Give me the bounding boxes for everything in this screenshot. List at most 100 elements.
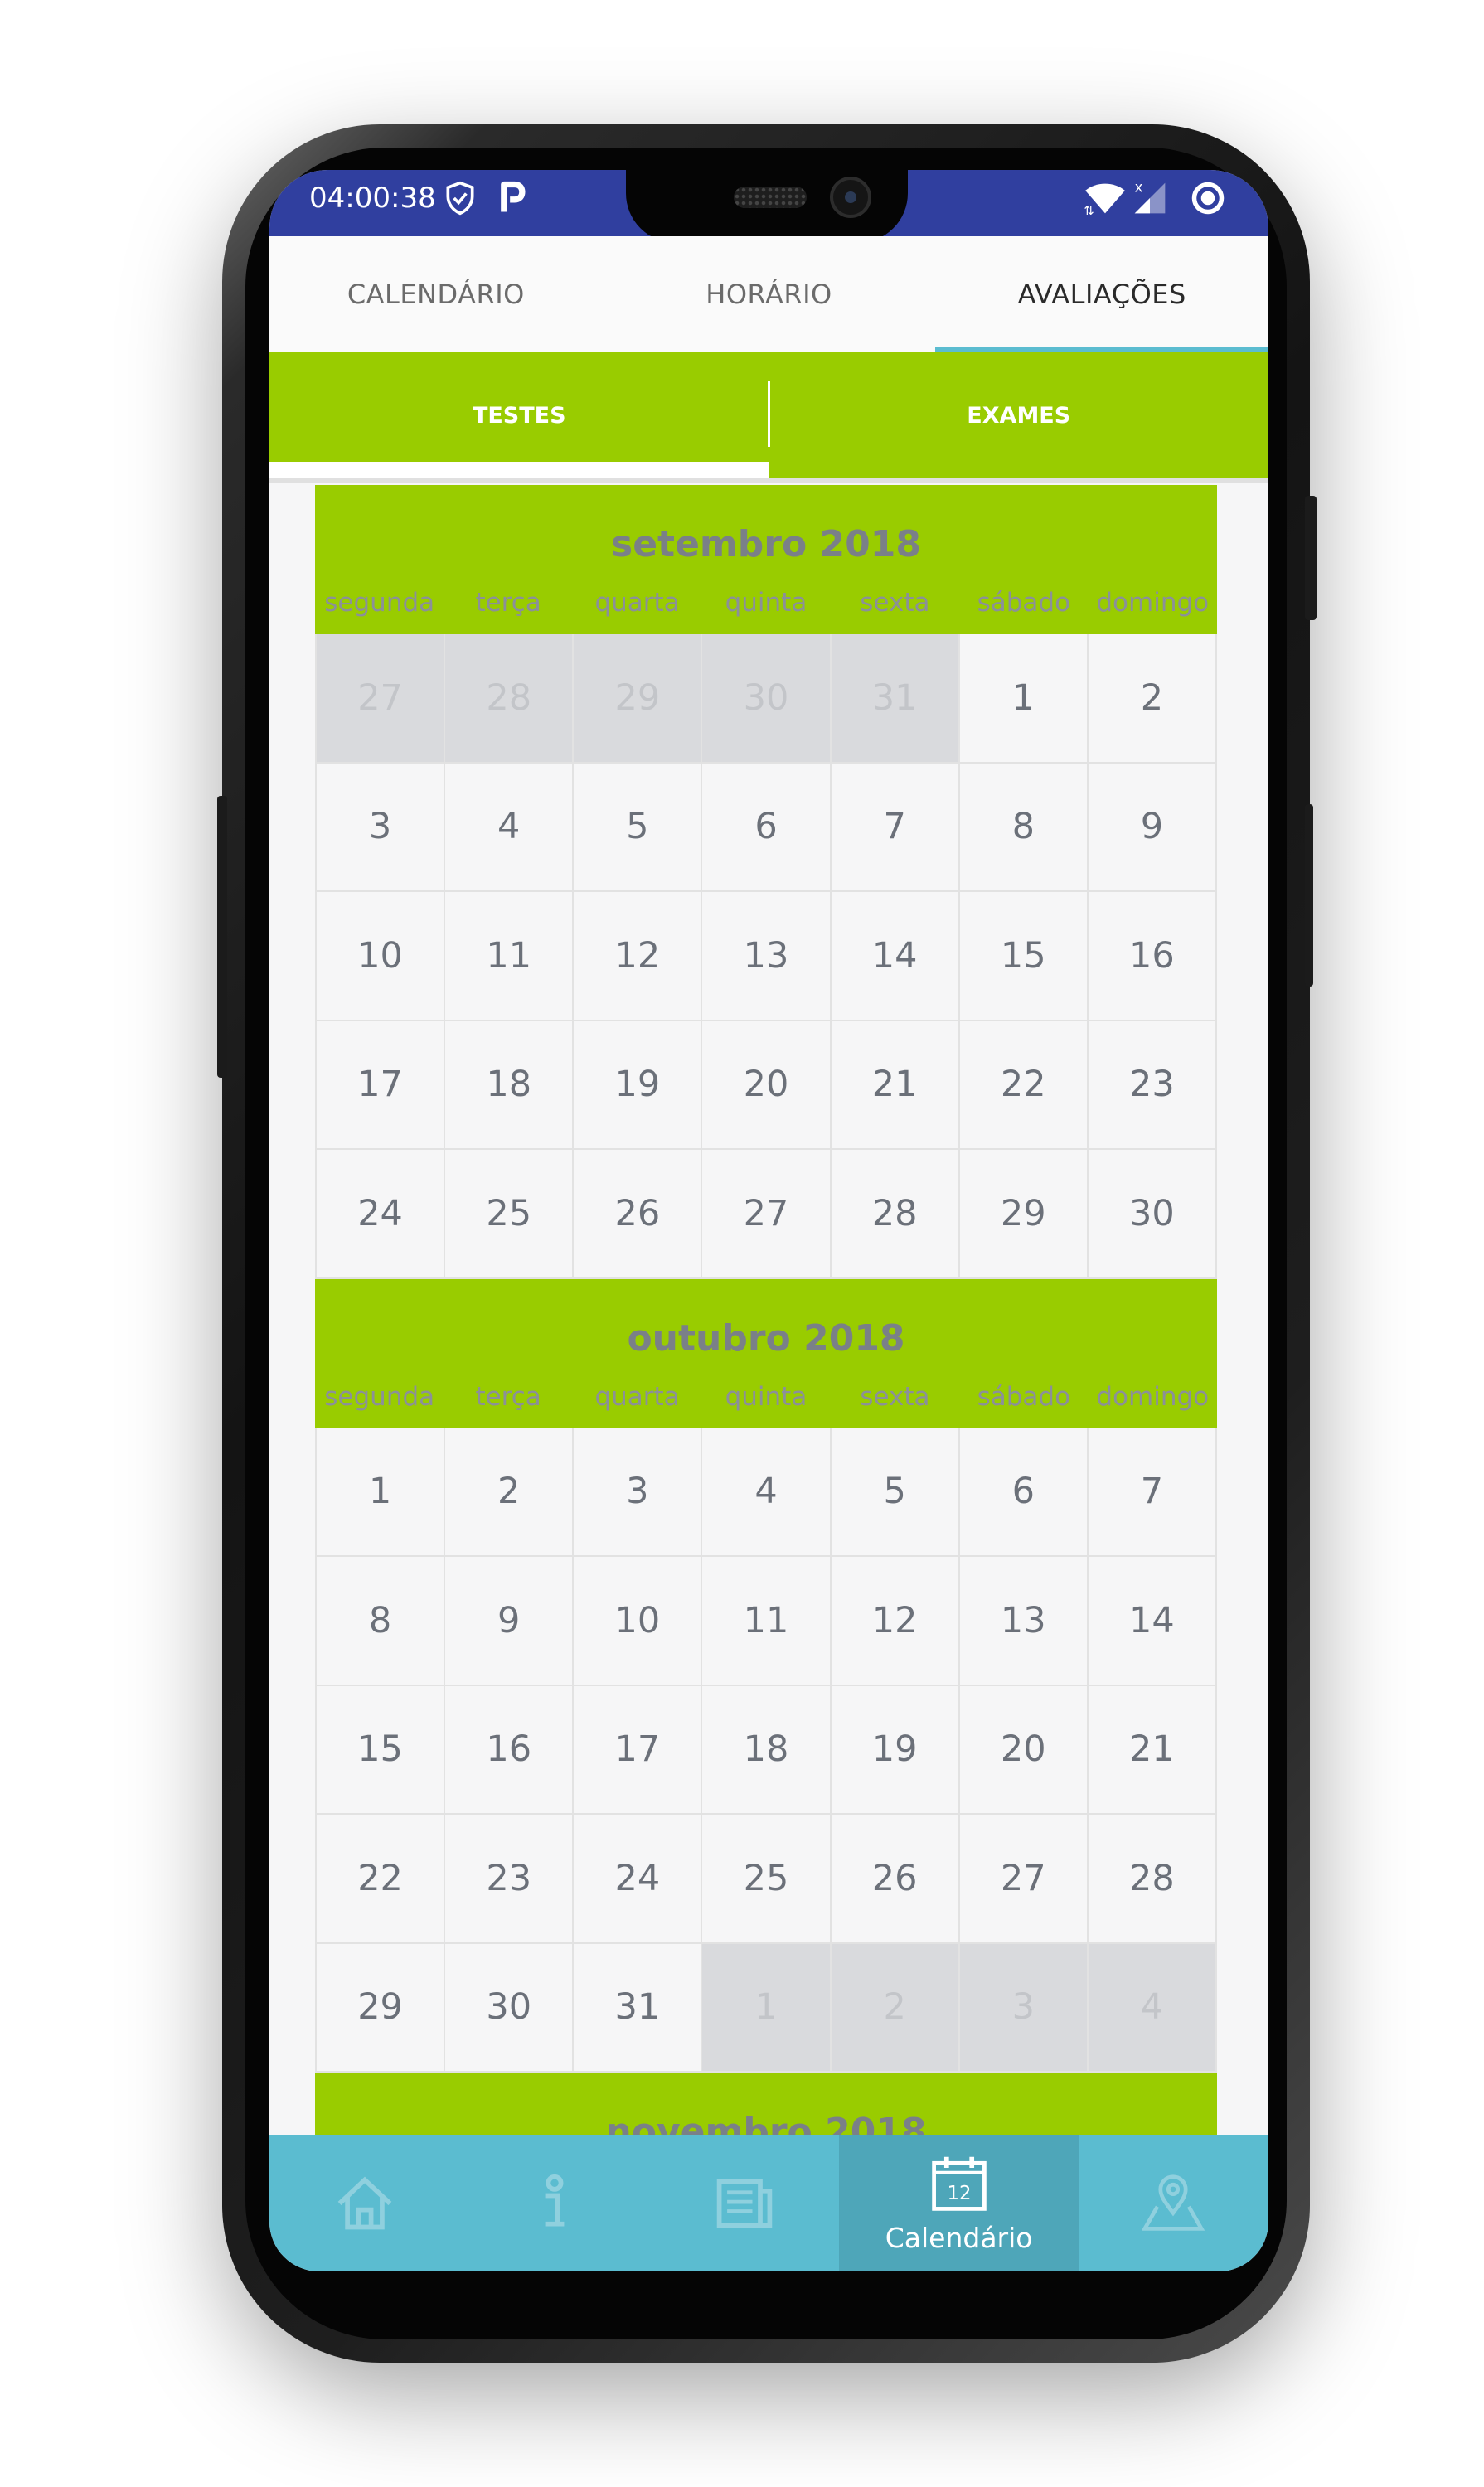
day-cell[interactable]: 26	[831, 1815, 960, 1944]
nav-calendario[interactable]: 12 Calendário	[839, 2135, 1079, 2271]
day-cell[interactable]: 23	[445, 1815, 575, 1944]
weekday-label: quarta	[594, 588, 680, 618]
tab-avaliacoes[interactable]: AVALIAÇÕES	[935, 236, 1268, 352]
parking-p-icon	[501, 181, 526, 212]
wifi-icon: ⇅	[1084, 183, 1125, 216]
day-cell[interactable]: 3	[317, 763, 446, 892]
day-cell[interactable]: 8	[959, 763, 1089, 892]
day-cell-other-month[interactable]: 3	[959, 1943, 1089, 2072]
day-cell[interactable]: 9	[1088, 763, 1217, 892]
day-cell[interactable]: 2	[445, 1428, 575, 1557]
day-cell[interactable]: 19	[574, 1020, 703, 1150]
status-time: 04:00:38	[309, 182, 436, 215]
tab-horario[interactable]: HORÁRIO	[603, 236, 936, 352]
shield-check-icon	[446, 181, 474, 216]
day-cell[interactable]: 24	[574, 1815, 703, 1944]
day-cell[interactable]: 15	[959, 892, 1089, 1021]
weekday-label: segunda	[324, 588, 435, 618]
weekday-label: segunda	[324, 1381, 435, 1412]
nav-home[interactable]	[269, 2135, 459, 2271]
day-cell[interactable]: 3	[574, 1428, 703, 1557]
day-cell[interactable]: 4	[445, 763, 575, 892]
day-grid: 27 28 29 30 31 1 2 3 4 5 6 7 8 9 10 11 12 13 14 15 16 17 18 19 2…	[315, 634, 1217, 1279]
top-tab-bar: CALENDÁRIO HORÁRIO AVALIAÇÕES	[269, 236, 1268, 352]
day-cell-other-month[interactable]: 28	[445, 634, 575, 764]
day-cell[interactable]: 30	[1088, 1150, 1217, 1279]
day-cell[interactable]: 7	[1088, 1428, 1217, 1557]
day-cell-other-month[interactable]: 31	[831, 634, 960, 764]
month-calendar: outubro 2018 segunda terça quarta quinta sext…	[315, 1278, 1217, 2072]
day-cell[interactable]: 26	[574, 1150, 703, 1279]
nav-news[interactable]	[649, 2135, 839, 2271]
subtab-testes[interactable]: TESTES	[269, 352, 769, 478]
day-cell[interactable]: 29	[317, 1943, 446, 2072]
day-cell[interactable]: 20	[959, 1685, 1089, 1815]
day-cell[interactable]: 16	[1088, 892, 1217, 1021]
day-cell[interactable]: 18	[702, 1685, 832, 1815]
day-cell[interactable]: 13	[959, 1557, 1089, 1686]
month-header: outubro 2018 segunda terça quarta quinta sext…	[315, 1278, 1217, 1428]
day-cell[interactable]: 17	[574, 1685, 703, 1815]
day-cell[interactable]: 6	[702, 763, 832, 892]
day-cell[interactable]: 14	[1088, 1557, 1217, 1686]
subtab-exames[interactable]: EXAMES	[769, 352, 1269, 478]
day-cell[interactable]: 28	[1088, 1815, 1217, 1944]
day-cell[interactable]: 22	[317, 1815, 446, 1944]
day-cell[interactable]: 20	[702, 1020, 832, 1150]
day-cell[interactable]: 21	[1088, 1685, 1217, 1815]
day-grid: 1 2 3 4 5 6 7 8 9 10 11 12 13 14 15 16 17 18 19 20 21 22 23 24 2…	[315, 1428, 1217, 2072]
day-cell[interactable]: 4	[702, 1428, 832, 1557]
day-cell[interactable]: 13	[702, 892, 832, 1021]
nav-info[interactable]	[459, 2135, 649, 2271]
day-cell[interactable]: 15	[317, 1685, 446, 1815]
day-cell[interactable]: 23	[1088, 1020, 1217, 1150]
day-cell[interactable]: 1	[317, 1428, 446, 1557]
day-cell[interactable]: 14	[831, 892, 960, 1021]
day-cell[interactable]: 24	[317, 1150, 446, 1279]
day-cell[interactable]: 17	[317, 1020, 446, 1150]
day-cell-other-month[interactable]: 1	[702, 1943, 832, 2072]
day-cell-other-month[interactable]: 2	[831, 1943, 960, 2072]
day-cell[interactable]: 8	[317, 1557, 446, 1686]
news-icon	[716, 2179, 772, 2228]
day-cell-other-month[interactable]: 4	[1088, 1943, 1217, 2072]
day-cell[interactable]: 28	[831, 1150, 960, 1279]
day-cell[interactable]: 19	[831, 1685, 960, 1815]
svg-text:⇅: ⇅	[1084, 204, 1094, 216]
day-cell[interactable]: 1	[959, 634, 1089, 764]
day-cell[interactable]: 12	[831, 1557, 960, 1686]
day-cell[interactable]: 6	[959, 1428, 1089, 1557]
day-cell[interactable]: 30	[445, 1943, 575, 2072]
day-cell[interactable]: 27	[702, 1150, 832, 1279]
day-cell[interactable]: 5	[574, 763, 703, 892]
day-cell[interactable]: 5	[831, 1428, 960, 1557]
front-camera	[830, 177, 871, 218]
day-cell[interactable]: 29	[959, 1150, 1089, 1279]
weekday-label: sábado	[977, 588, 1071, 618]
day-cell[interactable]: 9	[445, 1557, 575, 1686]
calendar-scroll-area[interactable]: setembro 2018 segunda terça quarta quinta sex…	[315, 485, 1217, 2271]
day-cell[interactable]: 7	[831, 763, 960, 892]
day-cell[interactable]: 25	[445, 1150, 575, 1279]
day-cell[interactable]: 10	[574, 1557, 703, 1686]
day-cell[interactable]: 18	[445, 1020, 575, 1150]
day-cell[interactable]: 31	[574, 1943, 703, 2072]
day-cell-other-month[interactable]: 29	[574, 634, 703, 764]
day-cell[interactable]: 12	[574, 892, 703, 1021]
day-cell[interactable]: 10	[317, 892, 446, 1021]
day-cell[interactable]: 2	[1088, 634, 1217, 764]
day-cell[interactable]: 27	[959, 1815, 1089, 1944]
day-cell[interactable]: 22	[959, 1020, 1089, 1150]
day-cell-other-month[interactable]: 30	[702, 634, 832, 764]
day-cell[interactable]: 25	[702, 1815, 832, 1944]
day-cell[interactable]: 16	[445, 1685, 575, 1815]
day-cell[interactable]: 21	[831, 1020, 960, 1150]
svg-text:x: x	[1135, 180, 1143, 196]
weekday-label: sexta	[860, 1381, 930, 1412]
day-cell-other-month[interactable]: 27	[317, 634, 446, 764]
day-cell[interactable]: 11	[445, 892, 575, 1021]
tab-calendario[interactable]: CALENDÁRIO	[269, 236, 603, 352]
day-cell[interactable]: 11	[702, 1557, 832, 1686]
weekday-label: quinta	[725, 588, 807, 618]
nav-map[interactable]	[1079, 2135, 1268, 2271]
